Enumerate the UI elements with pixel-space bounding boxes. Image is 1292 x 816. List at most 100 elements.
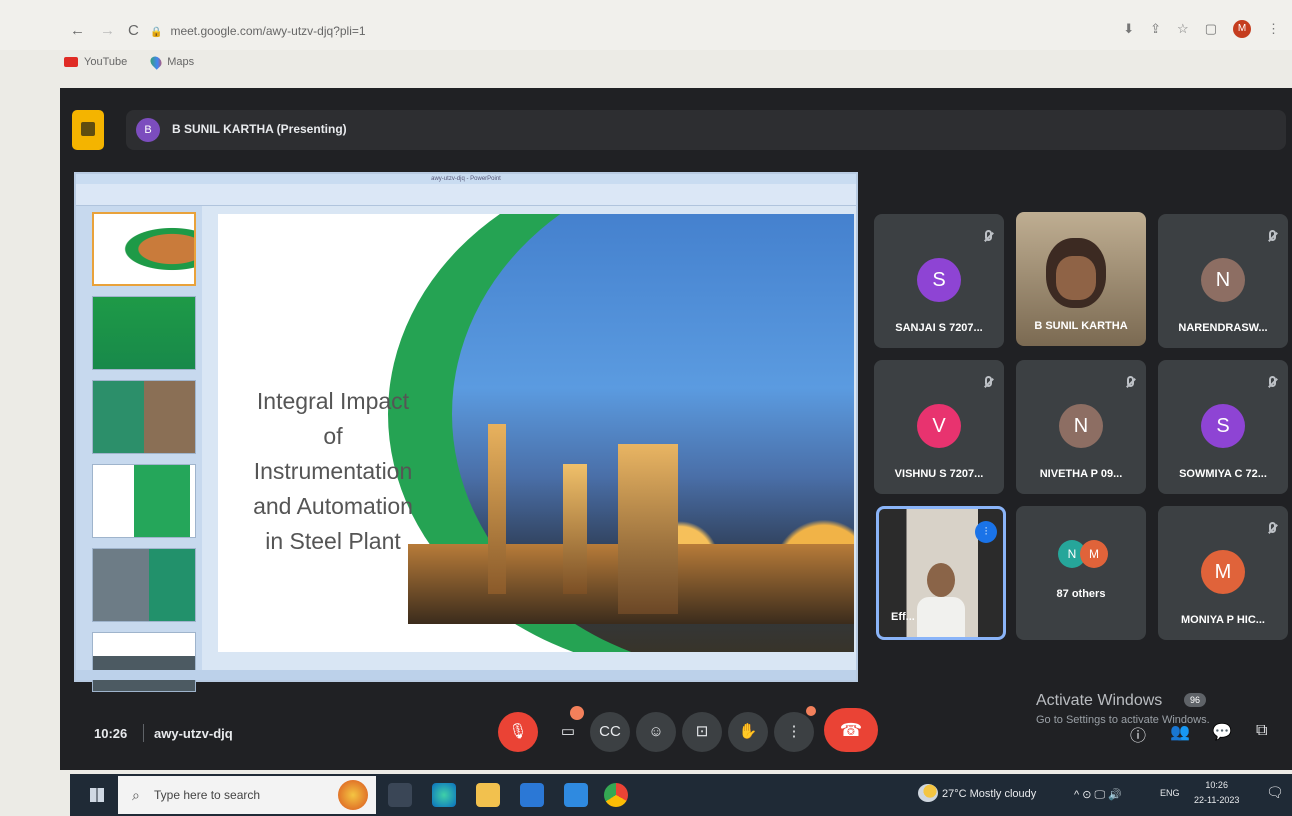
mic-toggle-button[interactable]: 🎙 — [498, 712, 538, 752]
weather-text[interactable]: 27°C Mostly cloudy — [942, 788, 1036, 800]
meet-logo — [72, 110, 104, 150]
others-tile[interactable]: N M 87 others — [1016, 506, 1146, 640]
chat-icon[interactable]: 💬 — [1212, 722, 1232, 742]
windows-taskbar: ⌕ Type here to search 27°C Mostly cloudy… — [70, 774, 1292, 816]
participant-video-tile[interactable]: B SUNIL KARTHA — [1016, 212, 1146, 346]
avatar: M — [1080, 540, 1108, 568]
chrome-icon[interactable] — [604, 783, 628, 807]
bookmark-youtube[interactable]: YouTube — [64, 56, 127, 68]
participant-tile[interactable]: S SOWMIYA C 72... — [1158, 360, 1288, 494]
menu-icon[interactable]: ⋮ — [1267, 21, 1280, 37]
mic-off-icon — [1269, 376, 1276, 387]
plant-building — [618, 444, 678, 614]
participant-video-tile-speaking[interactable]: ⫶ Eff... — [876, 506, 1006, 640]
present-button[interactable]: ⊡ — [682, 712, 722, 752]
profile-avatar[interactable]: M — [1233, 20, 1251, 38]
notification-icon[interactable]: 🗨 — [1266, 784, 1284, 801]
avatar: M — [1201, 550, 1245, 594]
tray-icons[interactable]: ^ ⊙ 🖵 🔊 — [1074, 788, 1122, 802]
ppt-ribbon — [76, 184, 856, 206]
notification-dot — [806, 706, 816, 716]
slide-title-line: and Automation — [253, 493, 413, 519]
browser-actions: ⬇ ⇪ ☆ ▢ M ⋮ — [1123, 20, 1280, 38]
taskbar-clock[interactable]: 10:26 22-11-2023 — [1194, 778, 1239, 808]
current-slide: Integral Impact of Instrumentation and A… — [218, 214, 854, 652]
participant-name: NARENDRASW... — [1178, 322, 1268, 334]
people-icon[interactable]: 👥 — [1170, 722, 1190, 742]
participant-name: MONIYA P HIC... — [1181, 614, 1265, 626]
participant-tile[interactable]: V VISHNU S 7207... — [874, 360, 1004, 494]
activities-icon[interactable]: ⧉ — [1256, 722, 1267, 740]
mic-off-icon — [985, 230, 992, 241]
share-icon[interactable]: ⇪ — [1150, 21, 1161, 37]
star-icon[interactable]: ☆ — [1177, 21, 1189, 37]
language-indicator[interactable]: ENG — [1160, 788, 1180, 798]
participant-tile[interactable]: N NARENDRASW... — [1158, 214, 1288, 348]
bookmark-maps[interactable]: Maps — [148, 54, 194, 70]
meet-header: B B SUNIL KARTHA (Presenting) — [60, 88, 1292, 152]
search-icon: ⌕ — [132, 787, 140, 803]
slide-title: Integral Impact of Instrumentation and A… — [218, 384, 448, 559]
mail-icon[interactable] — [564, 783, 588, 807]
activate-windows-watermark: Activate Windows — [1036, 692, 1163, 709]
participant-name: VISHNU S 7207... — [894, 468, 984, 480]
slide-title-line: of — [323, 423, 343, 449]
slide-thumbnail[interactable] — [92, 548, 196, 622]
participant-name: SANJAI S 7207... — [895, 322, 983, 334]
raise-hand-button[interactable]: ✋ — [728, 712, 768, 752]
avatar: S — [917, 258, 961, 302]
plant-chimney — [563, 464, 587, 594]
weather-icon — [918, 784, 938, 802]
people-count-badge: 96 — [1184, 693, 1206, 707]
slide-thumbnail[interactable] — [92, 296, 196, 370]
captions-button[interactable]: CC — [590, 712, 630, 752]
download-icon[interactable]: ⬇ — [1123, 21, 1134, 37]
meet-controls-bar: 10:26 awy-utzv-djq 🎙 ▭ CC ☺ ⊡ ✋ ⋮ ☎ Acti… — [60, 692, 1292, 770]
store-icon[interactable] — [520, 783, 544, 807]
slide-thumbnail[interactable] — [92, 380, 196, 454]
participant-tile[interactable]: N NIVETHA P 09... — [1016, 360, 1146, 494]
participant-video — [917, 563, 965, 637]
sidepanel-icon[interactable]: ▢ — [1205, 21, 1217, 37]
windows-start-icon[interactable] — [90, 788, 104, 802]
presenter-label: B SUNIL KARTHA (Presenting) — [172, 122, 347, 136]
participant-tile[interactable]: S SANJAI S 7207... — [874, 214, 1004, 348]
forward-icon[interactable]: → — [100, 22, 115, 39]
participant-tile[interactable]: M MONIYA P HIC... — [1158, 506, 1288, 640]
participant-video — [1046, 238, 1106, 308]
mic-off-icon — [1269, 522, 1276, 533]
slide-thumbnail[interactable] — [92, 212, 196, 286]
avatar: V — [917, 404, 961, 448]
camera-toggle-button[interactable]: ▭ — [548, 712, 588, 752]
meeting-code: awy-utzv-djq — [154, 726, 233, 741]
back-icon[interactable]: ← — [70, 22, 85, 39]
participant-name: SOWMIYA C 72... — [1179, 468, 1267, 480]
divider — [143, 724, 144, 742]
avatar: N — [1059, 404, 1103, 448]
mic-off-icon — [985, 376, 992, 387]
slide-title-line: Instrumentation — [253, 458, 413, 484]
address-bar[interactable]: 🔒 meet.google.com/awy-utzv-djq?pli=1 — [150, 18, 1050, 44]
youtube-icon — [64, 57, 78, 67]
presenter-bar[interactable]: B B SUNIL KARTHA (Presenting) — [126, 110, 1286, 150]
shared-screen[interactable]: awy-utzv-djq - PowerPoint Integral Impac… — [74, 172, 858, 692]
slide-thumbnail[interactable] — [92, 464, 196, 538]
search-highlight-icon — [338, 780, 368, 810]
info-icon[interactable]: ⓘ — [1130, 722, 1146, 746]
taskbar-search[interactable]: ⌕ Type here to search — [118, 776, 376, 814]
more-options-button[interactable]: ⋮ — [774, 712, 814, 752]
clock-time: 10:26 — [1205, 780, 1228, 790]
browser-toolbar: ← → C 🔒 meet.google.com/awy-utzv-djq?pli=… — [0, 0, 1292, 50]
file-explorer-icon[interactable] — [476, 783, 500, 807]
participant-name: NIVETHA P 09... — [1039, 468, 1123, 480]
reload-icon[interactable]: C — [128, 22, 139, 39]
ppt-window-title: awy-utzv-djq - PowerPoint — [76, 174, 856, 184]
emoji-button[interactable]: ☺ — [636, 712, 676, 752]
others-count: 87 others — [1056, 588, 1106, 600]
slide-thumbnail[interactable] — [92, 632, 196, 692]
edge-icon[interactable] — [432, 783, 456, 807]
task-view-icon[interactable] — [388, 783, 412, 807]
plant-chimney — [488, 424, 506, 594]
leave-call-button[interactable]: ☎ — [824, 708, 878, 752]
bookmark-label: YouTube — [84, 56, 128, 68]
